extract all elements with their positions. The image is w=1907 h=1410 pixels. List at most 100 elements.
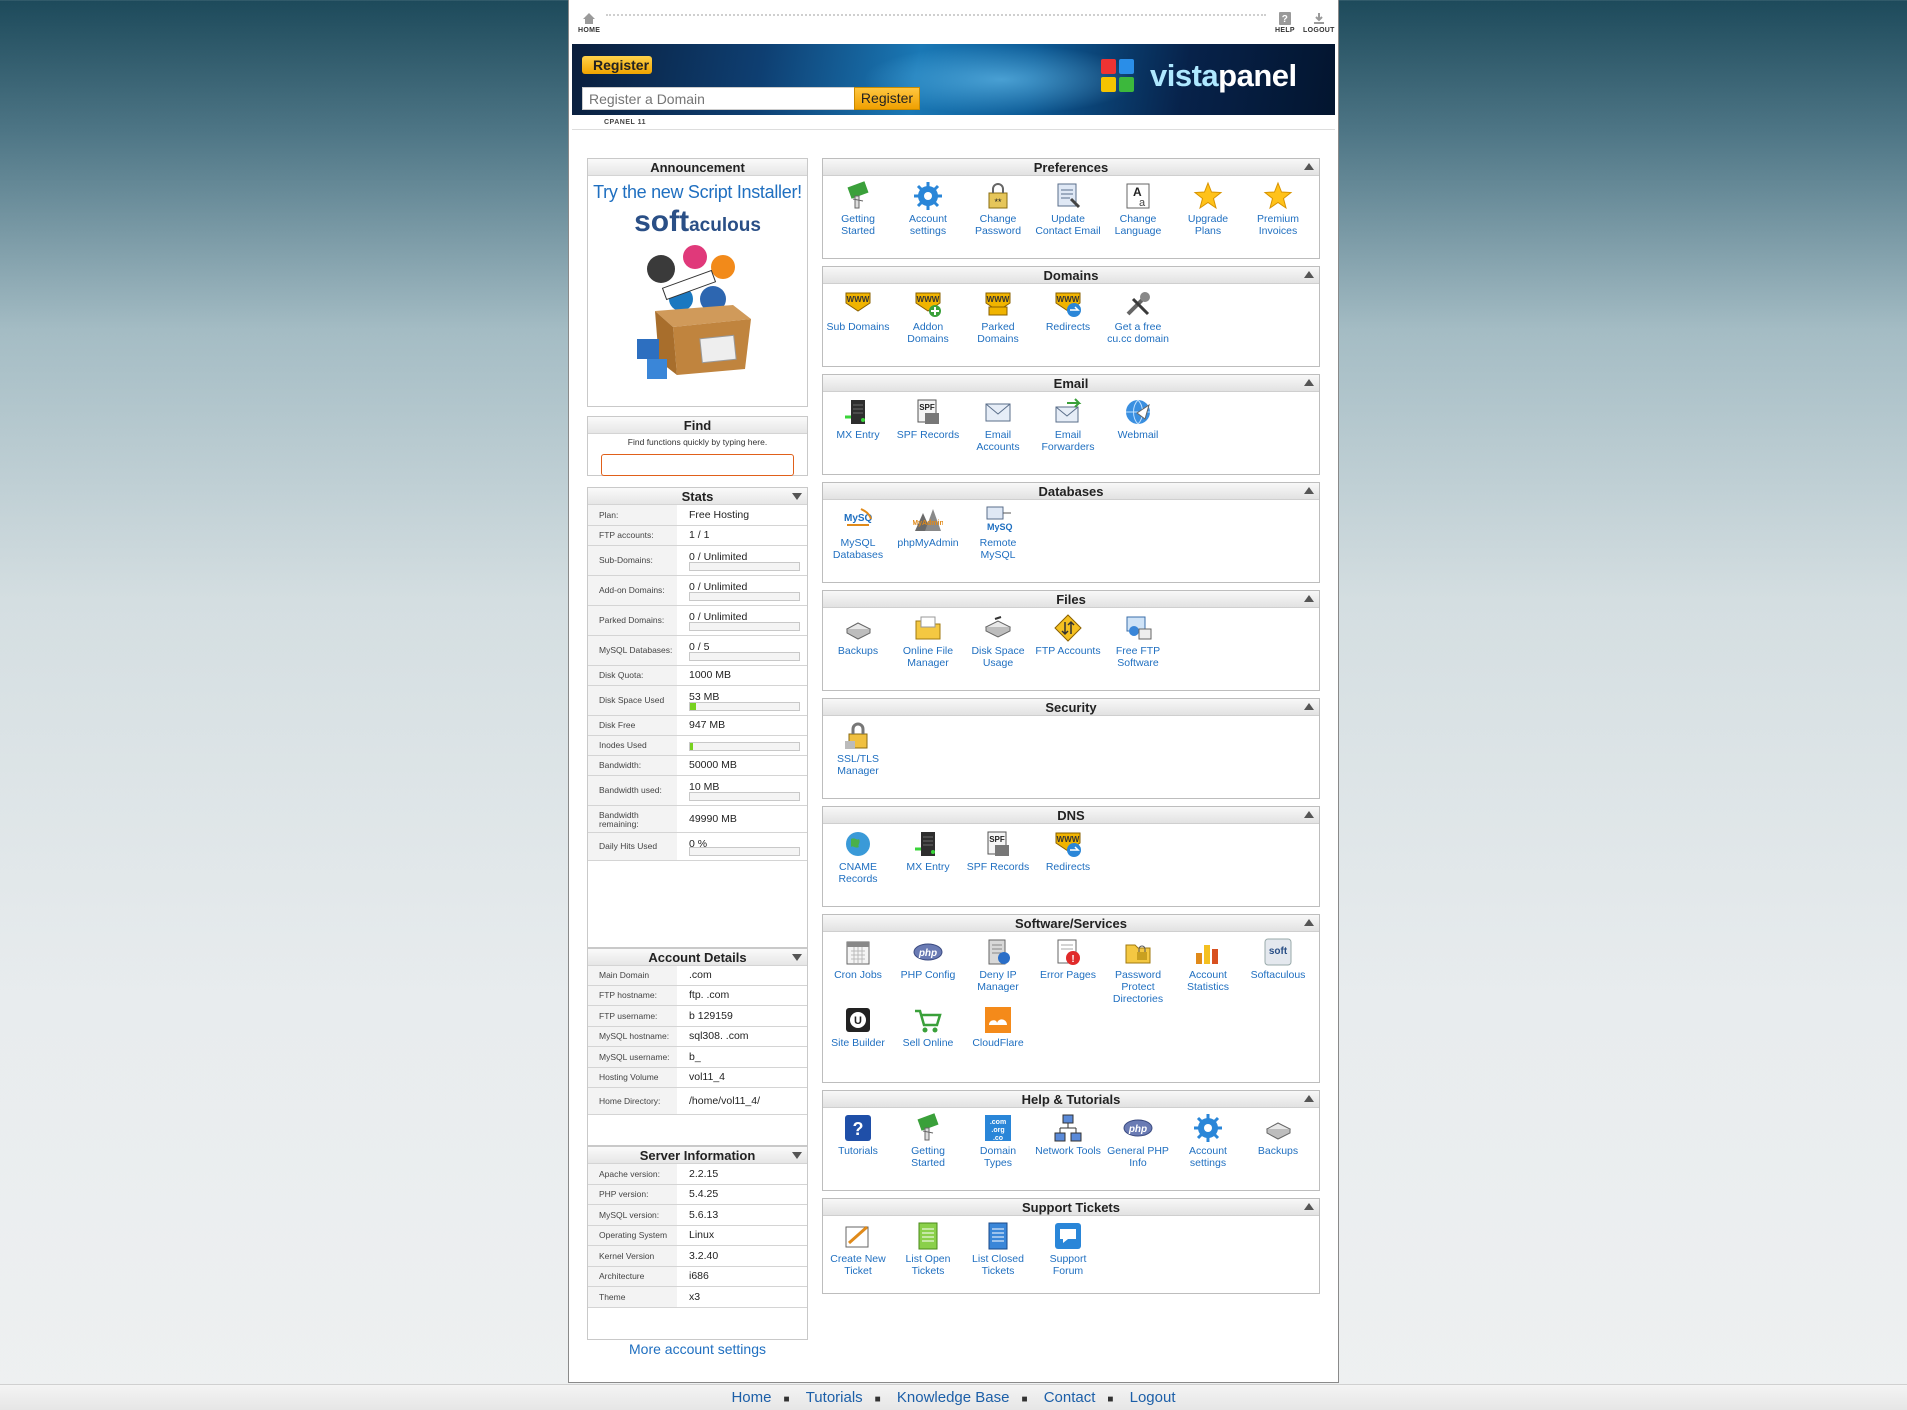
logout-link[interactable]: LOGOUT: [1303, 12, 1335, 34]
feature-cron-jobs[interactable]: Cron Jobs: [825, 937, 891, 981]
feature-online-file-manager[interactable]: Online File Manager: [895, 613, 961, 669]
feature-free-ftp-software[interactable]: Free FTP Software: [1105, 613, 1171, 669]
section-header[interactable]: Help & Tutorials: [823, 1091, 1319, 1108]
feature-phpmyadmin[interactable]: MyAdmin phpMyAdmin: [895, 505, 961, 549]
feature-spf-records[interactable]: SPF SPF Records: [895, 397, 961, 441]
feature-domain-types[interactable]: .com .org .co Domain Types: [965, 1113, 1031, 1169]
feature-change-password[interactable]: ** Change Password: [965, 181, 1031, 237]
feature-remote-mysql[interactable]: MySQL Remote MySQL: [965, 505, 1031, 561]
stat-value: 5.4.25: [689, 1188, 719, 1200]
footer-link-logout[interactable]: Logout: [1130, 1385, 1176, 1410]
feature-webmail[interactable]: Webmail: [1105, 397, 1171, 441]
feature-addon-domains[interactable]: WWW Addon Domains: [895, 289, 961, 345]
collapse-arrow-icon[interactable]: [1304, 703, 1314, 710]
stat-label: FTP hostname:: [599, 990, 657, 1000]
register-badge: Register: [582, 56, 652, 74]
feature-ssl-tls-manager[interactable]: SSL/TLS Manager: [825, 721, 891, 777]
feature-getting-started[interactable]: Getting Started: [825, 181, 891, 237]
section-header[interactable]: Files: [823, 591, 1319, 608]
feature-account-settings[interactable]: Account settings: [895, 181, 961, 237]
announcement-headline[interactable]: Try the new Script Installer!: [588, 182, 807, 203]
feature-getting-started[interactable]: Getting Started: [895, 1113, 961, 1169]
feature-backups[interactable]: Backups: [1245, 1113, 1311, 1157]
feature-spf-records[interactable]: SPF SPF Records: [965, 829, 1031, 873]
feature-cloudflare[interactable]: CloudFlare: [965, 1005, 1031, 1049]
feature-update-contact-email[interactable]: Update Contact Email: [1035, 181, 1101, 237]
footer-link-knowledge-base[interactable]: Knowledge Base: [897, 1385, 1010, 1410]
stat-row: Inodes Used: [588, 736, 807, 756]
collapse-arrow-icon[interactable]: [1304, 271, 1314, 278]
feature-email-accounts[interactable]: Email Accounts: [965, 397, 1031, 453]
collapse-arrow-icon[interactable]: [1304, 595, 1314, 602]
feature-site-builder[interactable]: U Site Builder: [825, 1005, 891, 1049]
feature-list-closed-tickets[interactable]: List Closed Tickets: [965, 1221, 1031, 1277]
feature-backups[interactable]: Backups: [825, 613, 891, 657]
account-details-header[interactable]: Account Details: [588, 949, 807, 966]
collapse-arrow-icon[interactable]: [1304, 1203, 1314, 1210]
feature-list-open-tickets[interactable]: List Open Tickets: [895, 1221, 961, 1277]
section-header[interactable]: Support Tickets: [823, 1199, 1319, 1216]
footer-link-home[interactable]: Home: [731, 1385, 771, 1410]
feature-account-statistics[interactable]: Account Statistics: [1175, 937, 1241, 993]
collapse-arrow-icon[interactable]: [1304, 1095, 1314, 1102]
stat-row: Main Domain .com: [588, 966, 807, 986]
softaculous-brand[interactable]: softaculous: [588, 205, 807, 239]
feature-disk-space-usage[interactable]: Disk Space Usage: [965, 613, 1031, 669]
feature-parked-domains[interactable]: WWW Parked Domains: [965, 289, 1031, 345]
find-functions-input[interactable]: [601, 454, 794, 476]
section-header[interactable]: Preferences: [823, 159, 1319, 176]
feature-account-settings[interactable]: Account settings: [1175, 1113, 1241, 1169]
stats-header[interactable]: Stats: [588, 488, 807, 505]
collapse-arrow-icon[interactable]: [792, 1152, 802, 1159]
register-button[interactable]: Register: [854, 87, 920, 110]
collapse-arrow-icon[interactable]: [1304, 811, 1314, 818]
section-header[interactable]: DNS: [823, 807, 1319, 824]
feature-deny-ip-manager[interactable]: Deny IP Manager: [965, 937, 1031, 993]
collapse-arrow-icon[interactable]: [1304, 163, 1314, 170]
section-header[interactable]: Email: [823, 375, 1319, 392]
section-header[interactable]: Databases: [823, 483, 1319, 500]
collapse-arrow-icon[interactable]: [1304, 487, 1314, 494]
feature-upgrade-plans[interactable]: Upgrade Plans: [1175, 181, 1241, 237]
collapse-arrow-icon[interactable]: [1304, 919, 1314, 926]
collapse-arrow-icon[interactable]: [1304, 379, 1314, 386]
footer-link-tutorials[interactable]: Tutorials: [806, 1385, 863, 1410]
feature-mx-entry[interactable]: MX Entry: [825, 397, 891, 441]
feature-premium-invoices[interactable]: Premium Invoices: [1245, 181, 1311, 237]
softaculous-box-illustration[interactable]: [623, 241, 773, 381]
home-link[interactable]: HOME: [578, 12, 600, 34]
section-header[interactable]: Software/Services: [823, 915, 1319, 932]
feature-mx-entry[interactable]: MX Entry: [895, 829, 961, 873]
feature-redirects[interactable]: WWW Redirects: [1035, 829, 1101, 873]
feature-email-forwarders[interactable]: Email Forwarders: [1035, 397, 1101, 453]
feature-tutorials[interactable]: ? Tutorials: [825, 1113, 891, 1157]
feature-change-language[interactable]: Aa Change Language: [1105, 181, 1171, 237]
feature-general-php-info[interactable]: php General PHP Info: [1105, 1113, 1171, 1169]
help-link[interactable]: ? HELP: [1275, 12, 1295, 34]
collapse-arrow-icon[interactable]: [792, 493, 802, 500]
feature-redirects[interactable]: WWW Redirects: [1035, 289, 1101, 333]
stat-row: FTP accounts: 1 / 1: [588, 526, 807, 546]
collapse-arrow-icon[interactable]: [792, 954, 802, 961]
section-header[interactable]: Domains: [823, 267, 1319, 284]
feature-php-config[interactable]: php PHP Config: [895, 937, 961, 981]
feature-error-pages[interactable]: ! Error Pages: [1035, 937, 1101, 981]
more-account-settings-link[interactable]: More account settings: [587, 1341, 808, 1357]
globe-icon: [843, 829, 873, 859]
feature-support-forum[interactable]: Support Forum: [1035, 1221, 1101, 1277]
feature-ftp-accounts[interactable]: FTP Accounts: [1035, 613, 1101, 657]
feature-sell-online[interactable]: Sell Online: [895, 1005, 961, 1049]
domain-search-input[interactable]: [582, 87, 866, 110]
stat-row: FTP username: b 129159: [588, 1006, 807, 1027]
feature-get-a-free-cu-cc-domain[interactable]: Get a free cu.cc domain: [1105, 289, 1171, 345]
section-header[interactable]: Security: [823, 699, 1319, 716]
feature-network-tools[interactable]: Network Tools: [1035, 1113, 1101, 1157]
feature-password-protect-directories[interactable]: Password Protect Directories: [1105, 937, 1171, 1005]
feature-sub-domains[interactable]: WWW Sub Domains: [825, 289, 891, 333]
feature-create-new-ticket[interactable]: Create New Ticket: [825, 1221, 891, 1277]
feature-cname-records[interactable]: CNAME Records: [825, 829, 891, 885]
server-info-header[interactable]: Server Information: [588, 1147, 807, 1164]
footer-link-contact[interactable]: Contact: [1044, 1385, 1096, 1410]
feature-mysql-databases[interactable]: MySQLMySQL Databases: [825, 505, 891, 561]
feature-softaculous[interactable]: soft Softaculous: [1245, 937, 1311, 981]
